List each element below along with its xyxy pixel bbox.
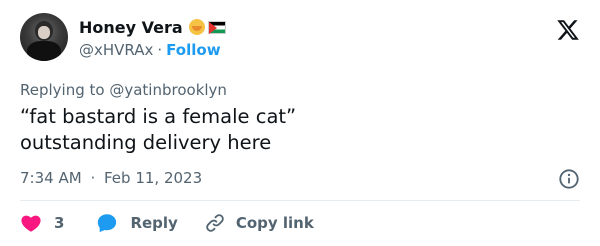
avatar-face <box>38 26 50 39</box>
heart-icon <box>21 215 41 232</box>
like-count: 3 <box>54 214 65 232</box>
author-name-row: Honey Vera <box>79 16 226 38</box>
author-handle-row: @xHVRAx · Follow <box>79 40 221 60</box>
tweet-timestamp[interactable]: 7:34 AM · Feb 11, 2023 <box>20 168 202 188</box>
link-icon <box>206 214 224 232</box>
tweet-date: Feb 11, 2023 <box>104 169 203 187</box>
tweet-text-line: outstanding delivery here <box>20 131 272 154</box>
tweet-text-line: “fat bastard is a female cat” <box>20 105 297 128</box>
tweet-card: Honey Vera @xHVRAx · Follow Replying to … <box>0 0 600 246</box>
honey-pot-icon <box>188 19 205 35</box>
replying-to-prefix: Replying to <box>20 81 105 99</box>
palestine-flag-icon <box>207 20 226 34</box>
separator-dot: · <box>157 41 163 59</box>
avatar-body <box>27 41 61 61</box>
x-logo-icon[interactable] <box>556 18 580 42</box>
separator-dot: · <box>90 169 96 187</box>
copy-link-button[interactable]: Copy link <box>204 212 314 234</box>
reply-bubble-icon <box>98 214 117 233</box>
info-icon[interactable] <box>558 168 580 190</box>
divider <box>20 200 580 201</box>
replying-to-mention[interactable]: @yatinbrooklyn <box>109 81 227 99</box>
author-handle[interactable]: @xHVRAx <box>79 41 153 59</box>
reply-label: Reply <box>130 214 178 232</box>
like-button[interactable]: 3 <box>20 212 64 234</box>
reply-button[interactable]: Reply <box>96 212 178 234</box>
tweet-actions: 3 Reply Copy link <box>20 210 314 236</box>
author-avatar[interactable] <box>20 13 68 61</box>
tweet-time: 7:34 AM <box>20 169 82 187</box>
copy-link-label: Copy link <box>235 214 314 232</box>
replying-to: Replying to @yatinbrooklyn <box>20 80 227 100</box>
author-display-name[interactable]: Honey Vera <box>79 18 183 37</box>
tweet-text: “fat bastard is a female cat” outstandin… <box>20 104 580 156</box>
follow-button[interactable]: Follow <box>166 41 220 59</box>
